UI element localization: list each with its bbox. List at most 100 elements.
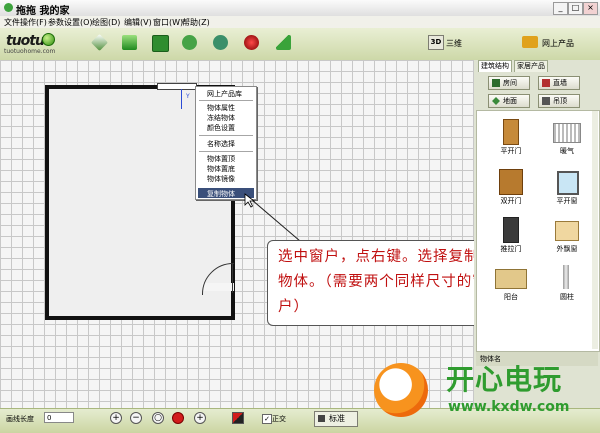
list-item[interactable]: 阳台: [491, 263, 531, 303]
window-title: 拖拖 我的家: [16, 6, 70, 17]
ctx-bring-top[interactable]: 物体置顶: [207, 154, 235, 164]
ctx-name-select[interactable]: 名称选择: [207, 139, 235, 149]
record-icon[interactable]: [244, 35, 259, 50]
bay-window-icon: [555, 221, 579, 241]
menu-edit[interactable]: 编辑(V): [124, 17, 152, 28]
list-item[interactable]: 外飘窗: [547, 215, 587, 255]
menu-settings[interactable]: 参数设置(O): [48, 17, 93, 28]
list-item[interactable]: 双开门: [491, 167, 531, 207]
save-icon[interactable]: [152, 35, 169, 52]
minimize-button[interactable]: _: [553, 2, 568, 15]
line-length-input[interactable]: 0: [44, 412, 74, 423]
wall-button-label: 直墙: [553, 79, 567, 87]
ctx-send-bottom[interactable]: 物体置底: [207, 164, 235, 174]
maximize-button[interactable]: □: [568, 2, 583, 15]
balcony-icon: [495, 269, 527, 289]
ceiling-icon: [542, 97, 550, 105]
ceiling-button[interactable]: 吊顶: [538, 94, 580, 108]
ctx-freeze-object[interactable]: 冻结物体: [207, 113, 235, 123]
component-list: 平开门 暖气 双开门 平开窗 推拉门 外飘窗 阳台 圆柱: [476, 110, 600, 352]
watermark-url: www.kxdw.com: [448, 399, 570, 415]
menu-draw[interactable]: 绘图(D): [92, 17, 120, 28]
orthogonal-checkbox[interactable]: ✓: [262, 414, 272, 424]
toolbar: tuotuo tuotuohome.com: [0, 28, 600, 61]
radiator-icon: [553, 123, 581, 143]
menu-help[interactable]: 帮助(Z): [182, 17, 210, 28]
3d-view-label: 三维: [446, 39, 462, 48]
standard-button[interactable]: 标准: [314, 411, 358, 427]
window-icon: [557, 171, 579, 195]
item-label: 平开窗: [556, 197, 578, 205]
menu-separator: [199, 151, 253, 152]
item-label: 暖气: [560, 147, 574, 155]
menu-file[interactable]: 文件操作(F): [4, 17, 47, 28]
arrow-icon[interactable]: [276, 35, 291, 50]
tab-building[interactable]: 建筑结构: [478, 60, 512, 72]
list-item[interactable]: 平开窗: [547, 167, 587, 207]
zoom-in-icon[interactable]: +: [110, 412, 122, 424]
y-axis-label: Y: [186, 93, 190, 100]
room-button-label: 房间: [503, 79, 517, 87]
ctx-mirror[interactable]: 物体镜像: [207, 174, 235, 184]
ctx-color-settings[interactable]: 颜色设置: [207, 123, 235, 133]
watermark-title: 开心电玩: [446, 363, 563, 396]
door-leaf: [232, 263, 233, 293]
selected-window[interactable]: [157, 83, 197, 90]
close-button[interactable]: ×: [583, 2, 598, 15]
side-panel-tabs: 建筑结构 家居产品: [478, 60, 596, 72]
item-label: 外飘窗: [556, 245, 578, 253]
pan-icon[interactable]: +: [194, 412, 206, 424]
green-box-icon[interactable]: [122, 35, 137, 50]
online-products-button[interactable]: 网上产品: [520, 35, 592, 49]
column-icon: [563, 265, 569, 289]
list-item[interactable]: 圆柱: [547, 263, 587, 303]
logo-ball-icon: [42, 33, 55, 46]
title-bar: 拖拖 我的家 _ □ ×: [0, 0, 600, 17]
floor-button[interactable]: 地面: [488, 94, 530, 108]
floor-button-label: 地面: [503, 97, 517, 105]
panel-scrollbar[interactable]: [592, 111, 598, 349]
orthogonal-label: 正交: [272, 415, 286, 423]
watermark-logo-icon: [374, 363, 428, 417]
site-watermark: 开心电玩 www.kxdw.com: [360, 355, 600, 432]
item-label: 平开门: [500, 147, 522, 155]
instruction-callout: 选中窗户，点右键。选择复制物体。（需要两个同样尺寸的窗户）: [267, 240, 497, 326]
stop-icon[interactable]: [172, 412, 184, 424]
ctx-copy-object[interactable]: 复制物体: [207, 189, 235, 199]
standard-button-label: 标准: [329, 414, 345, 423]
ceiling-button-label: 吊顶: [553, 97, 567, 105]
online-products-label: 网上产品: [542, 39, 574, 48]
list-item[interactable]: 平开门: [491, 117, 531, 157]
room-button[interactable]: 房间: [488, 76, 530, 90]
sliding-door-icon: [503, 217, 519, 243]
zoom-fit-icon[interactable]: ○: [152, 412, 164, 424]
app-logo: tuotuo tuotuohome.com: [4, 32, 70, 58]
wall-icon: [542, 79, 550, 87]
undo-icon[interactable]: [182, 35, 197, 50]
menu-separator: [199, 135, 253, 136]
ctx-object-properties[interactable]: 物体属性: [207, 103, 235, 113]
grid-icon: [318, 415, 325, 422]
list-item[interactable]: 推拉门: [491, 215, 531, 255]
zoom-out-icon[interactable]: −: [130, 412, 142, 424]
item-label: 双开门: [500, 197, 522, 205]
logo-url: tuotuohome.com: [4, 48, 56, 55]
3d-view-button[interactable]: 3D: [428, 35, 444, 50]
box-icon: [522, 36, 538, 48]
item-label: 阳台: [504, 293, 518, 301]
tab-furniture[interactable]: 家居产品: [514, 60, 548, 72]
cube-icon[interactable]: [91, 34, 108, 51]
menu-separator: [199, 100, 253, 101]
wall-button[interactable]: 直墙: [538, 76, 580, 90]
room-icon: [492, 79, 500, 87]
item-label: 推拉门: [500, 245, 522, 253]
door-icon: [503, 119, 519, 145]
callout-text: 选中窗户，点右键。选择复制物体。（需要两个同样尺寸的窗户）: [278, 249, 488, 315]
menu-window[interactable]: 窗口(W): [153, 17, 183, 28]
redo-icon[interactable]: [213, 35, 228, 50]
y-axis-indicator: [181, 89, 182, 109]
list-item[interactable]: 暖气: [547, 117, 587, 157]
item-label: 圆柱: [560, 293, 574, 301]
color-picker-icon[interactable]: [232, 412, 244, 424]
ctx-online-library[interactable]: 网上产品库: [207, 89, 242, 99]
